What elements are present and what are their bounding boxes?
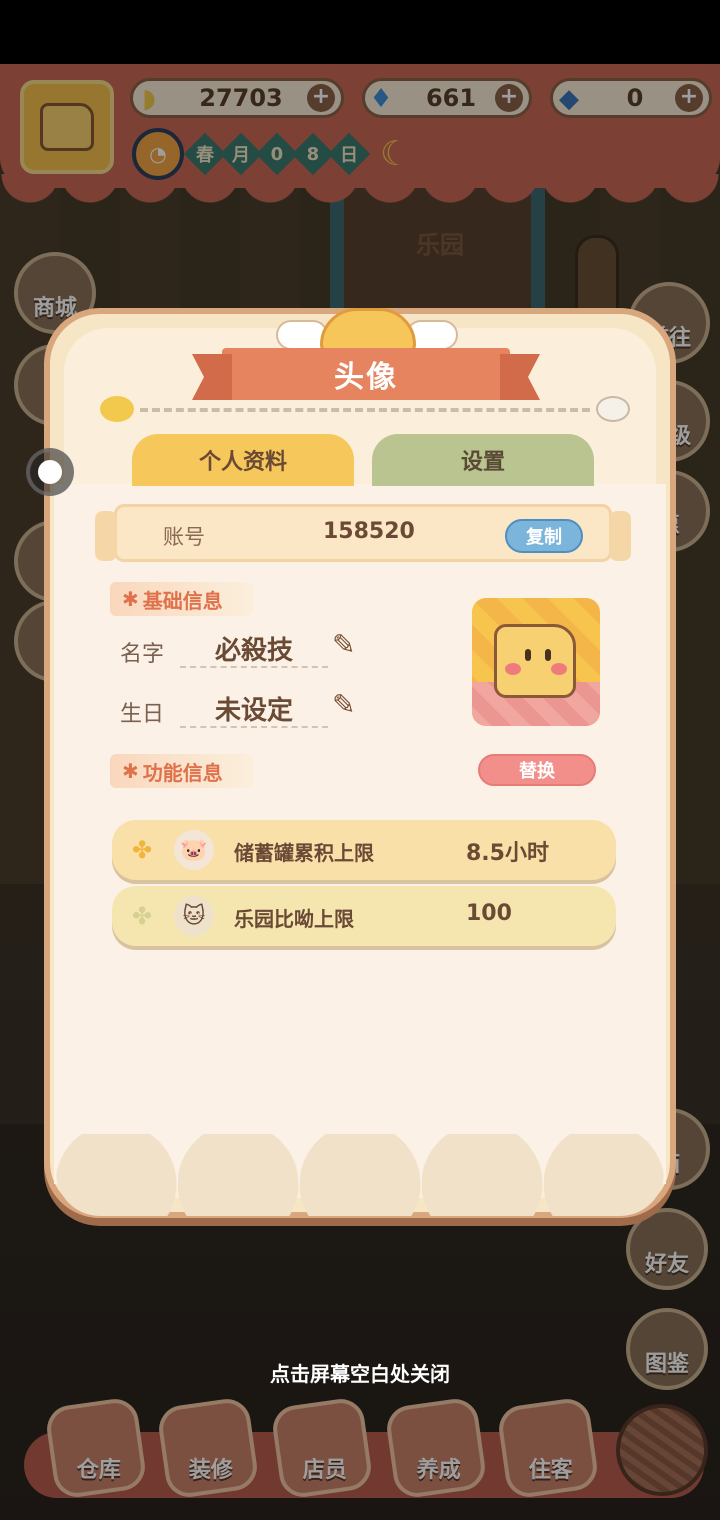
function-info-label: 功能信息 (142, 760, 223, 785)
clover-icon: ✤ (132, 902, 153, 930)
title-ribbon: 头像 (222, 348, 510, 400)
toast-face-icon (494, 624, 576, 698)
cheek (505, 663, 521, 675)
tab-settings[interactable]: 设置 (372, 434, 594, 486)
eye (545, 649, 551, 661)
piggy-bank-icon: 🐷 (174, 830, 214, 870)
account-row: 账号 158520 复制 (95, 504, 631, 562)
copy-button[interactable]: 复制 (505, 519, 583, 553)
row-value: 100 (466, 901, 512, 926)
profile-avatar-image (472, 598, 600, 726)
clover-icon: ✤ (132, 836, 153, 864)
birthday-label: 生日 (120, 702, 165, 727)
name-field[interactable]: 必殺技 (180, 630, 328, 668)
row-label: 储蓄罐累积上限 (234, 841, 374, 865)
yellow-bird-icon (100, 396, 134, 422)
swap-avatar-button[interactable]: 替换 (478, 754, 596, 786)
account-label: 账号 (163, 525, 205, 549)
asterisk-icon: ✱ (122, 587, 139, 611)
basic-info-label: 基础信息 (142, 588, 223, 613)
tab-profile[interactable]: 个人资料 (132, 434, 354, 486)
asterisk-icon: ✱ (122, 759, 139, 783)
account-value: 158520 (323, 519, 415, 544)
basic-info-section: ✱ 基础信息 (110, 582, 253, 616)
dialog-title: 头像 (334, 360, 398, 395)
park-capacity-row: ✤ 🐱 乐园比呦上限 100 (112, 886, 616, 946)
name-label: 名字 (120, 642, 165, 667)
floating-assist-button[interactable] (26, 448, 74, 496)
edit-birthday-pencil-icon[interactable]: ✎ (332, 688, 355, 721)
cheek (551, 663, 567, 675)
white-bird-icon (596, 396, 630, 422)
row-value: 8.5小时 (466, 841, 549, 866)
dialog-bottom-scallop (56, 1134, 664, 1216)
avatar-dialog: 头像 个人资料 设置 账号 158520 复制 ✱ 基础信息 名字 必殺技 ✎ … (44, 308, 676, 1218)
birthday-field[interactable]: 未设定 (180, 690, 328, 728)
close-hint: 点击屏幕空白处关闭 (270, 1362, 450, 1386)
cat-pair-icon: 🐱 (174, 896, 214, 936)
function-info-section: ✱ 功能信息 (110, 754, 253, 788)
piggy-bank-limit-row: ✤ 🐷 储蓄罐累积上限 8.5小时 (112, 820, 616, 880)
dashed-divider (140, 408, 590, 412)
row-label: 乐园比呦上限 (234, 907, 354, 931)
edit-name-pencil-icon[interactable]: ✎ (332, 628, 355, 661)
eye (525, 649, 531, 661)
